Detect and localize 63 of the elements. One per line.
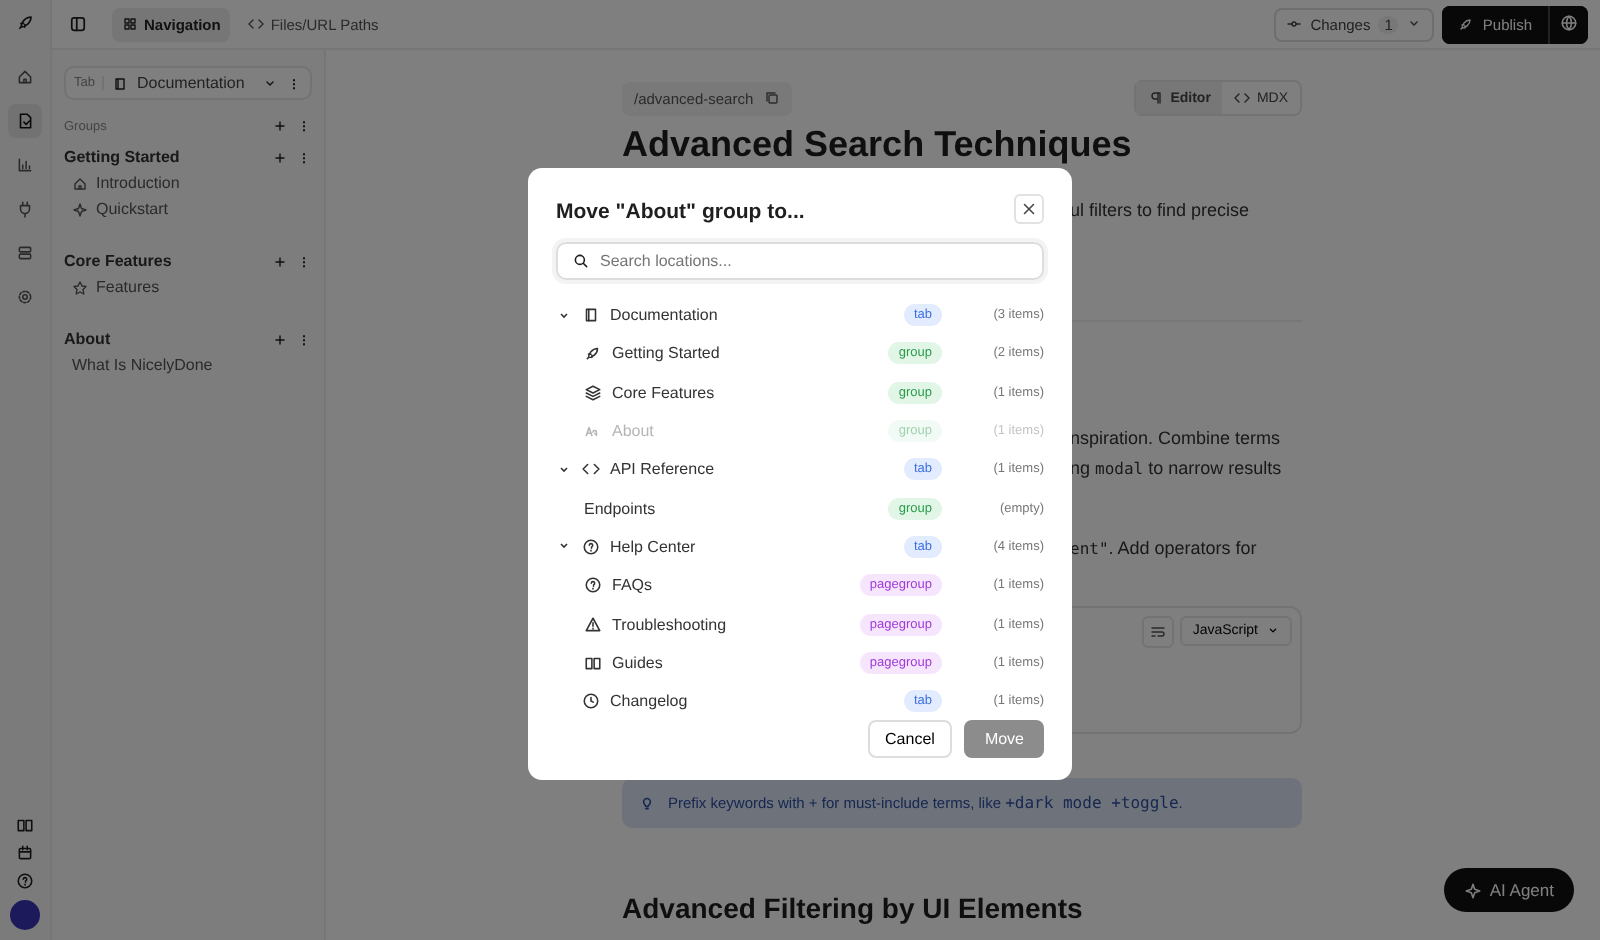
close-icon xyxy=(1020,199,1038,217)
star-icon xyxy=(72,279,88,295)
home-icon xyxy=(72,175,88,191)
book-icon xyxy=(582,306,600,325)
rocket-icon xyxy=(584,344,602,363)
paragraph-icon xyxy=(1148,90,1165,106)
nav-item[interactable]: Introduction xyxy=(64,166,312,192)
copy-icon[interactable] xyxy=(763,90,780,106)
code-icon xyxy=(582,460,600,479)
nav-item[interactable]: What Is NicelyDone xyxy=(64,348,312,374)
help-icon xyxy=(584,576,602,595)
book-icon xyxy=(584,653,602,672)
home-icon[interactable] xyxy=(16,68,34,86)
section-heading: Advanced Filtering by UI Elements xyxy=(622,891,1085,924)
plug-icon[interactable] xyxy=(16,200,34,218)
nav-item[interactable]: Quickstart xyxy=(64,192,312,218)
code-icon xyxy=(1234,90,1251,106)
plus-icon[interactable] xyxy=(272,331,288,347)
plus-icon[interactable] xyxy=(272,118,288,134)
search-icon xyxy=(572,252,590,270)
rocket-icon xyxy=(15,12,35,32)
rocket-icon xyxy=(1458,16,1475,32)
page-title: Advanced Search Techniques xyxy=(622,126,1134,166)
sidebar-toggle-icon[interactable] xyxy=(68,14,88,34)
calendar-icon[interactable] xyxy=(16,844,34,862)
help-icon[interactable] xyxy=(16,872,34,890)
sparkle-icon xyxy=(1463,881,1482,899)
chevron-icon xyxy=(1266,623,1280,638)
globe-icon xyxy=(1560,13,1578,31)
cancel-button[interactable]: Cancel xyxy=(867,720,953,759)
wrap-button[interactable] xyxy=(1142,615,1175,648)
dialog-title: Move "About" group to... xyxy=(556,200,805,224)
search-field[interactable]: Search locations... xyxy=(556,242,1044,280)
chevron-icon[interactable] xyxy=(556,307,572,324)
plus-icon[interactable] xyxy=(272,253,288,269)
chart-icon[interactable] xyxy=(16,156,34,174)
group-title[interactable]: Getting Started xyxy=(64,148,264,166)
layers-icon xyxy=(584,383,602,402)
lightbulb-icon xyxy=(638,793,656,812)
clock-icon xyxy=(582,692,600,711)
close-button[interactable] xyxy=(1014,193,1044,223)
plus-icon[interactable] xyxy=(272,149,288,165)
warning-icon xyxy=(584,615,602,634)
sparkle-icon xyxy=(72,201,88,217)
page-edit-icon[interactable] xyxy=(16,112,34,130)
paragraph-text: nspiration. Combine terms xyxy=(1070,427,1283,448)
group-title[interactable]: About xyxy=(64,330,264,348)
ai-agent-button[interactable]: AI Agent xyxy=(1443,868,1574,912)
globe-button[interactable] xyxy=(1548,5,1588,43)
chevron-icon[interactable] xyxy=(556,461,572,478)
book-icon[interactable] xyxy=(16,816,34,834)
grid-icon xyxy=(122,16,138,32)
nav-item[interactable]: Features xyxy=(64,270,312,296)
code-icon xyxy=(248,16,265,32)
wrap-icon xyxy=(1150,623,1167,640)
settings-icon[interactable] xyxy=(16,288,34,306)
book-icon xyxy=(112,75,129,91)
text-icon xyxy=(584,422,602,441)
commit-icon xyxy=(1286,16,1303,32)
server-icon[interactable] xyxy=(16,244,34,262)
group-title[interactable]: Core Features xyxy=(64,252,264,270)
help-icon xyxy=(582,537,600,556)
avatar[interactable] xyxy=(10,900,40,930)
